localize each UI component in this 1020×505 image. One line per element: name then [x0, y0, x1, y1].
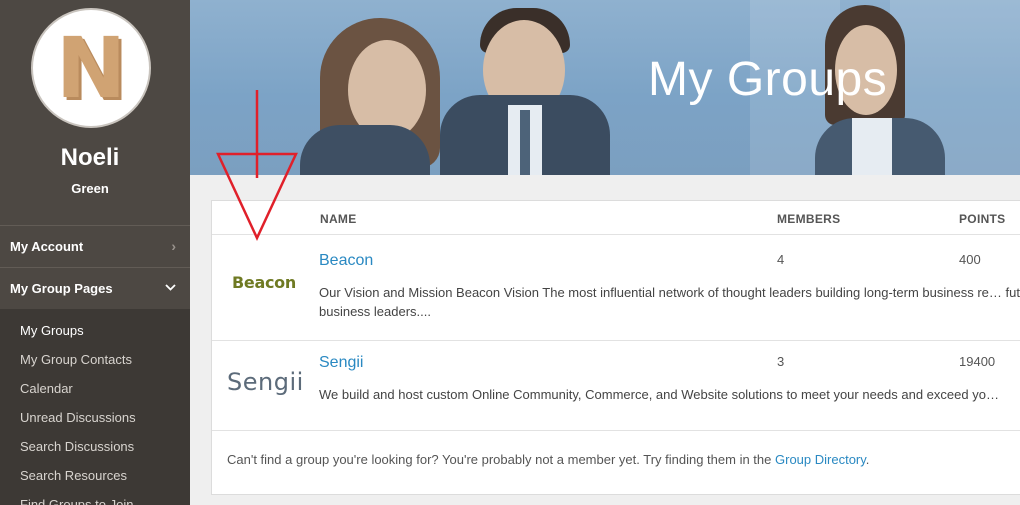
header-divider — [212, 234, 1020, 235]
group-points: 400 — [959, 252, 981, 267]
footer-period: . — [865, 452, 870, 467]
nav-my-account[interactable]: My Account › — [0, 225, 190, 266]
sidebar-item-my-group-contacts[interactable]: My Group Contacts — [0, 345, 190, 374]
sidebar-item-find-groups[interactable]: Find Groups to Join — [0, 490, 190, 505]
column-header-points[interactable]: POINTS — [959, 212, 1005, 226]
sidebar: N Noeli Green My Account › My Group Page… — [0, 0, 190, 505]
group-pages-subnav: My Groups My Group Contacts Calendar Unr… — [0, 309, 190, 505]
column-header-name[interactable]: NAME — [320, 212, 357, 226]
group-members-count: 3 — [777, 354, 785, 369]
nav-my-group-pages-label: My Group Pages — [10, 280, 113, 296]
avatar[interactable]: N — [31, 8, 151, 128]
group-description: We build and host custom Online Communit… — [319, 387, 999, 402]
group-logo-sengii[interactable]: Sengii — [227, 368, 304, 396]
footer-note: Can't find a group you're looking for? Y… — [227, 452, 869, 467]
chevron-right-icon: › — [171, 238, 176, 254]
group-description: Our Vision and Mission Beacon Vision The… — [319, 285, 1020, 319]
sidebar-item-my-groups[interactable]: My Groups — [0, 316, 190, 345]
avatar-letter: N — [55, 19, 127, 117]
sidebar-item-search-discussions[interactable]: Search Discussions — [0, 432, 190, 461]
group-members-count: 4 — [777, 252, 785, 267]
row-divider — [212, 430, 1020, 431]
group-logo-beacon[interactable]: Beacon — [232, 273, 296, 292]
red-arrow-annotation — [216, 90, 298, 241]
sidebar-item-unread-discussions[interactable]: Unread Discussions — [0, 403, 190, 432]
profile-first-name: Noeli — [60, 144, 120, 171]
group-points: 19400 — [959, 354, 996, 369]
sidebar-item-calendar[interactable]: Calendar — [0, 374, 190, 403]
row-divider — [212, 340, 1020, 341]
column-header-members[interactable]: MEMBERS — [777, 212, 840, 226]
nav-my-account-label: My Account — [10, 238, 84, 254]
footer-text: Can't find a group you're looking for? Y… — [227, 452, 775, 467]
nav-my-group-pages[interactable]: My Group Pages — [0, 267, 190, 308]
sidebar-item-search-resources[interactable]: Search Resources — [0, 461, 190, 490]
page-title: My Groups — [648, 53, 888, 106]
chevron-down-icon — [165, 282, 176, 294]
group-name-link[interactable]: Beacon — [319, 252, 373, 270]
group-directory-link[interactable]: Group Directory — [775, 452, 866, 467]
groups-table: NAME MEMBERS POINTS Beacon Beacon 4 400 … — [211, 200, 1020, 495]
group-name-link[interactable]: Sengii — [319, 354, 363, 372]
profile-last-name: Green — [71, 181, 109, 196]
hero-banner: My Groups — [190, 0, 1020, 175]
